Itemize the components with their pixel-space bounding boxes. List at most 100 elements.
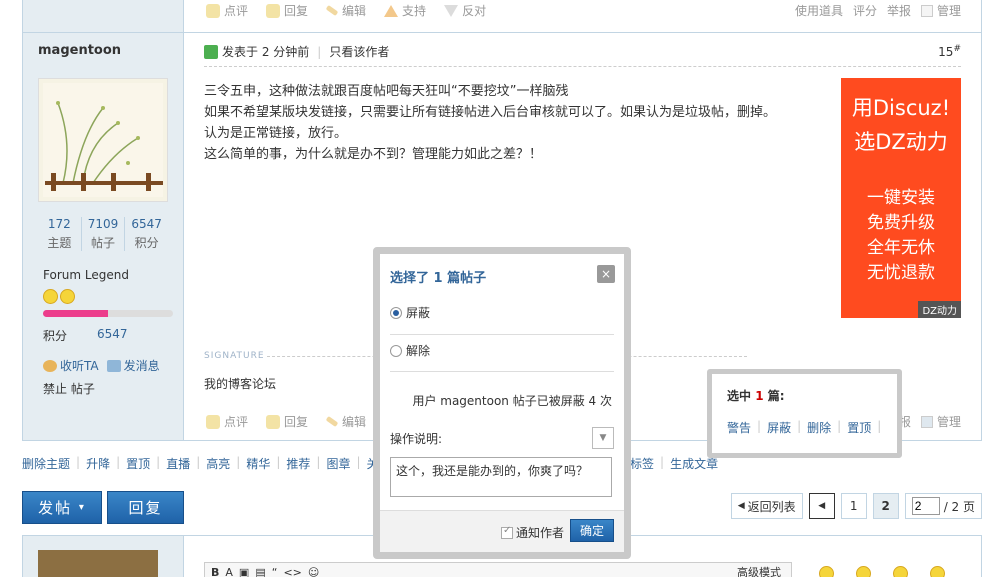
reply-action[interactable]: 回复 xyxy=(266,413,308,430)
author-credits: 积分 6547 xyxy=(43,327,128,344)
image-icon[interactable]: ▣ xyxy=(239,566,249,577)
mod-delete-topic[interactable]: 删除主题 xyxy=(22,455,70,472)
mod-bump[interactable]: 升降 xyxy=(86,455,110,472)
post-actions: 点评 回复 编辑 xyxy=(206,413,366,430)
smiley-icon[interactable] xyxy=(819,566,834,577)
block-count-note: 用户 magentoon 帖子已被屏蔽 4 次 xyxy=(412,394,612,408)
listen-link[interactable]: 收听TA xyxy=(43,357,99,374)
previous-post-right-actions: 使用道具 评分 举报 管理 xyxy=(795,2,961,19)
signature-text: 我的博客论坛 xyxy=(204,377,277,391)
stat-posts[interactable]: 7109 帖子 xyxy=(80,217,125,251)
only-author-link[interactable]: 只看该作者 xyxy=(329,43,389,60)
post-header: 发表于 2 分钟前 | 只看该作者 15# xyxy=(204,43,961,60)
notify-author-checkbox[interactable]: 通知作者 xyxy=(500,524,564,541)
page-2-button[interactable]: 2 xyxy=(872,493,899,519)
people-icon xyxy=(43,359,57,372)
manage-checkbox[interactable]: 管理 xyxy=(920,413,961,430)
previous-post-footer: 点评 回复 编辑 支持 反对 使用道具 评分 举报 管理 xyxy=(22,0,982,33)
rate-action[interactable]: 点评 xyxy=(206,413,248,430)
advertisement-banner[interactable]: 用Discuz! 选DZ动力 一键安装 免费升级 全年无休 无忧退款 DZ动力 xyxy=(841,78,961,318)
page-1-button[interactable]: 1 xyxy=(840,493,867,519)
emoticon-strip xyxy=(819,566,945,577)
ban-posts-link[interactable]: 禁止 帖子 xyxy=(43,380,95,397)
rate-icon xyxy=(206,3,220,18)
mod-highlight[interactable]: 高亮 xyxy=(206,455,230,472)
back-to-list-button[interactable]: ◀ 返回列表 xyxy=(730,493,803,519)
advanced-mode-link[interactable]: 高级模式 xyxy=(737,564,781,577)
chevron-down-icon: ▼ xyxy=(599,433,607,443)
rank-stars xyxy=(43,289,75,304)
warn-link[interactable]: 警告 xyxy=(727,419,751,436)
quote-icon[interactable]: “ xyxy=(272,566,278,577)
smiley-icon[interactable] xyxy=(856,566,871,577)
separator: | xyxy=(877,419,882,433)
separator: | xyxy=(116,455,121,469)
header-divider xyxy=(204,66,961,67)
chevron-down-icon: ▾ xyxy=(78,502,86,513)
quick-reply-sidebar xyxy=(23,536,184,577)
unblock-radio[interactable]: 解除 xyxy=(390,342,430,359)
selection-count: 选中 1 篇: xyxy=(727,389,785,403)
reply-button[interactable]: 回复 xyxy=(107,491,184,524)
emoticon-icon[interactable]: ☺ xyxy=(308,566,319,577)
confirm-button[interactable]: 确定 xyxy=(570,519,614,542)
author-links: 收听TA 发消息 xyxy=(43,357,160,374)
smiley-icon[interactable] xyxy=(930,566,945,577)
previous-post-actions: 点评 回复 编辑 支持 反对 xyxy=(206,2,486,19)
support-action[interactable]: 支持 xyxy=(384,2,426,19)
score-link[interactable]: 评分 xyxy=(853,2,877,19)
selection-popup: 选中 1 篇: 警告 | 屏蔽 | 删除 | 置顶 | xyxy=(707,369,902,458)
pencil-icon xyxy=(325,416,339,427)
oppose-action[interactable]: 反对 xyxy=(444,2,486,19)
edit-action[interactable]: 编辑 xyxy=(325,413,366,430)
manage-checkbox[interactable]: 管理 xyxy=(920,2,961,19)
bold-icon[interactable]: B xyxy=(211,566,219,577)
separator: | xyxy=(276,455,281,469)
font-color-icon[interactable]: A xyxy=(225,566,233,577)
current-user-avatar[interactable] xyxy=(38,550,158,577)
separator: | xyxy=(317,44,322,59)
thumb-down-icon xyxy=(444,4,459,17)
use-tool-link[interactable]: 使用道具 xyxy=(795,2,843,19)
sticky-link[interactable]: 置顶 xyxy=(847,419,871,436)
mod-live[interactable]: 直播 xyxy=(166,455,190,472)
message-link[interactable]: 发消息 xyxy=(106,357,160,374)
smiley-icon[interactable] xyxy=(893,566,908,577)
mod-sticky[interactable]: 置顶 xyxy=(126,455,150,472)
reason-label: 操作说明: xyxy=(390,432,443,446)
stat-topics[interactable]: 172 主题 xyxy=(38,217,81,251)
post-line: 认为是正常链接，放行。 xyxy=(204,126,348,141)
radio-icon xyxy=(390,344,402,357)
code-icon[interactable]: <> xyxy=(283,566,301,577)
mod-recommend[interactable]: 推荐 xyxy=(286,455,310,472)
chevron-left-icon: ◀ xyxy=(818,501,826,511)
attachment-icon[interactable]: ▤ xyxy=(255,566,265,577)
checkbox-icon xyxy=(920,5,933,17)
mod-stamp[interactable]: 图章 xyxy=(326,455,350,472)
edit-action[interactable]: 编辑 xyxy=(325,2,366,19)
new-post-button[interactable]: 发帖 ▾ xyxy=(22,491,102,524)
separator: | xyxy=(196,455,201,469)
post-content: 三令五申，这种做法就跟百度帖吧每天狂叫“不要挖坟”一样脑残 如果不希望某版块发链… xyxy=(204,81,824,165)
avatar[interactable] xyxy=(38,78,168,202)
chevron-left-icon: ◀ xyxy=(737,501,745,511)
stat-credits[interactable]: 6547 积分 xyxy=(124,217,168,251)
block-link[interactable]: 屏蔽 xyxy=(767,419,791,436)
reason-textarea[interactable]: 这个，我还是能办到的，你爽了吗？ xyxy=(390,457,612,497)
author-name[interactable]: magentoon xyxy=(38,43,121,58)
rate-action[interactable]: 点评 xyxy=(206,2,248,19)
mod-tags[interactable]: 标签 xyxy=(630,455,654,472)
mod-digest[interactable]: 精华 xyxy=(246,455,270,472)
credits-value: 6547 xyxy=(97,327,128,341)
post-line: 这么简单的事，为什么就是办不到？管理能力如此之差？！ xyxy=(204,147,543,162)
page-jump-input[interactable] xyxy=(911,497,940,515)
report-link[interactable]: 举报 xyxy=(887,2,911,19)
close-icon[interactable]: × xyxy=(597,265,615,283)
post-floor[interactable]: 15# xyxy=(938,44,961,59)
prev-page-button[interactable]: ◀ xyxy=(808,493,835,519)
delete-link[interactable]: 删除 xyxy=(807,419,831,436)
block-radio[interactable]: 屏蔽 xyxy=(390,304,430,321)
signature-label: SIGNATURE xyxy=(204,351,265,361)
reply-action[interactable]: 回复 xyxy=(266,2,308,19)
reason-dropdown[interactable]: ▼ xyxy=(592,427,614,449)
